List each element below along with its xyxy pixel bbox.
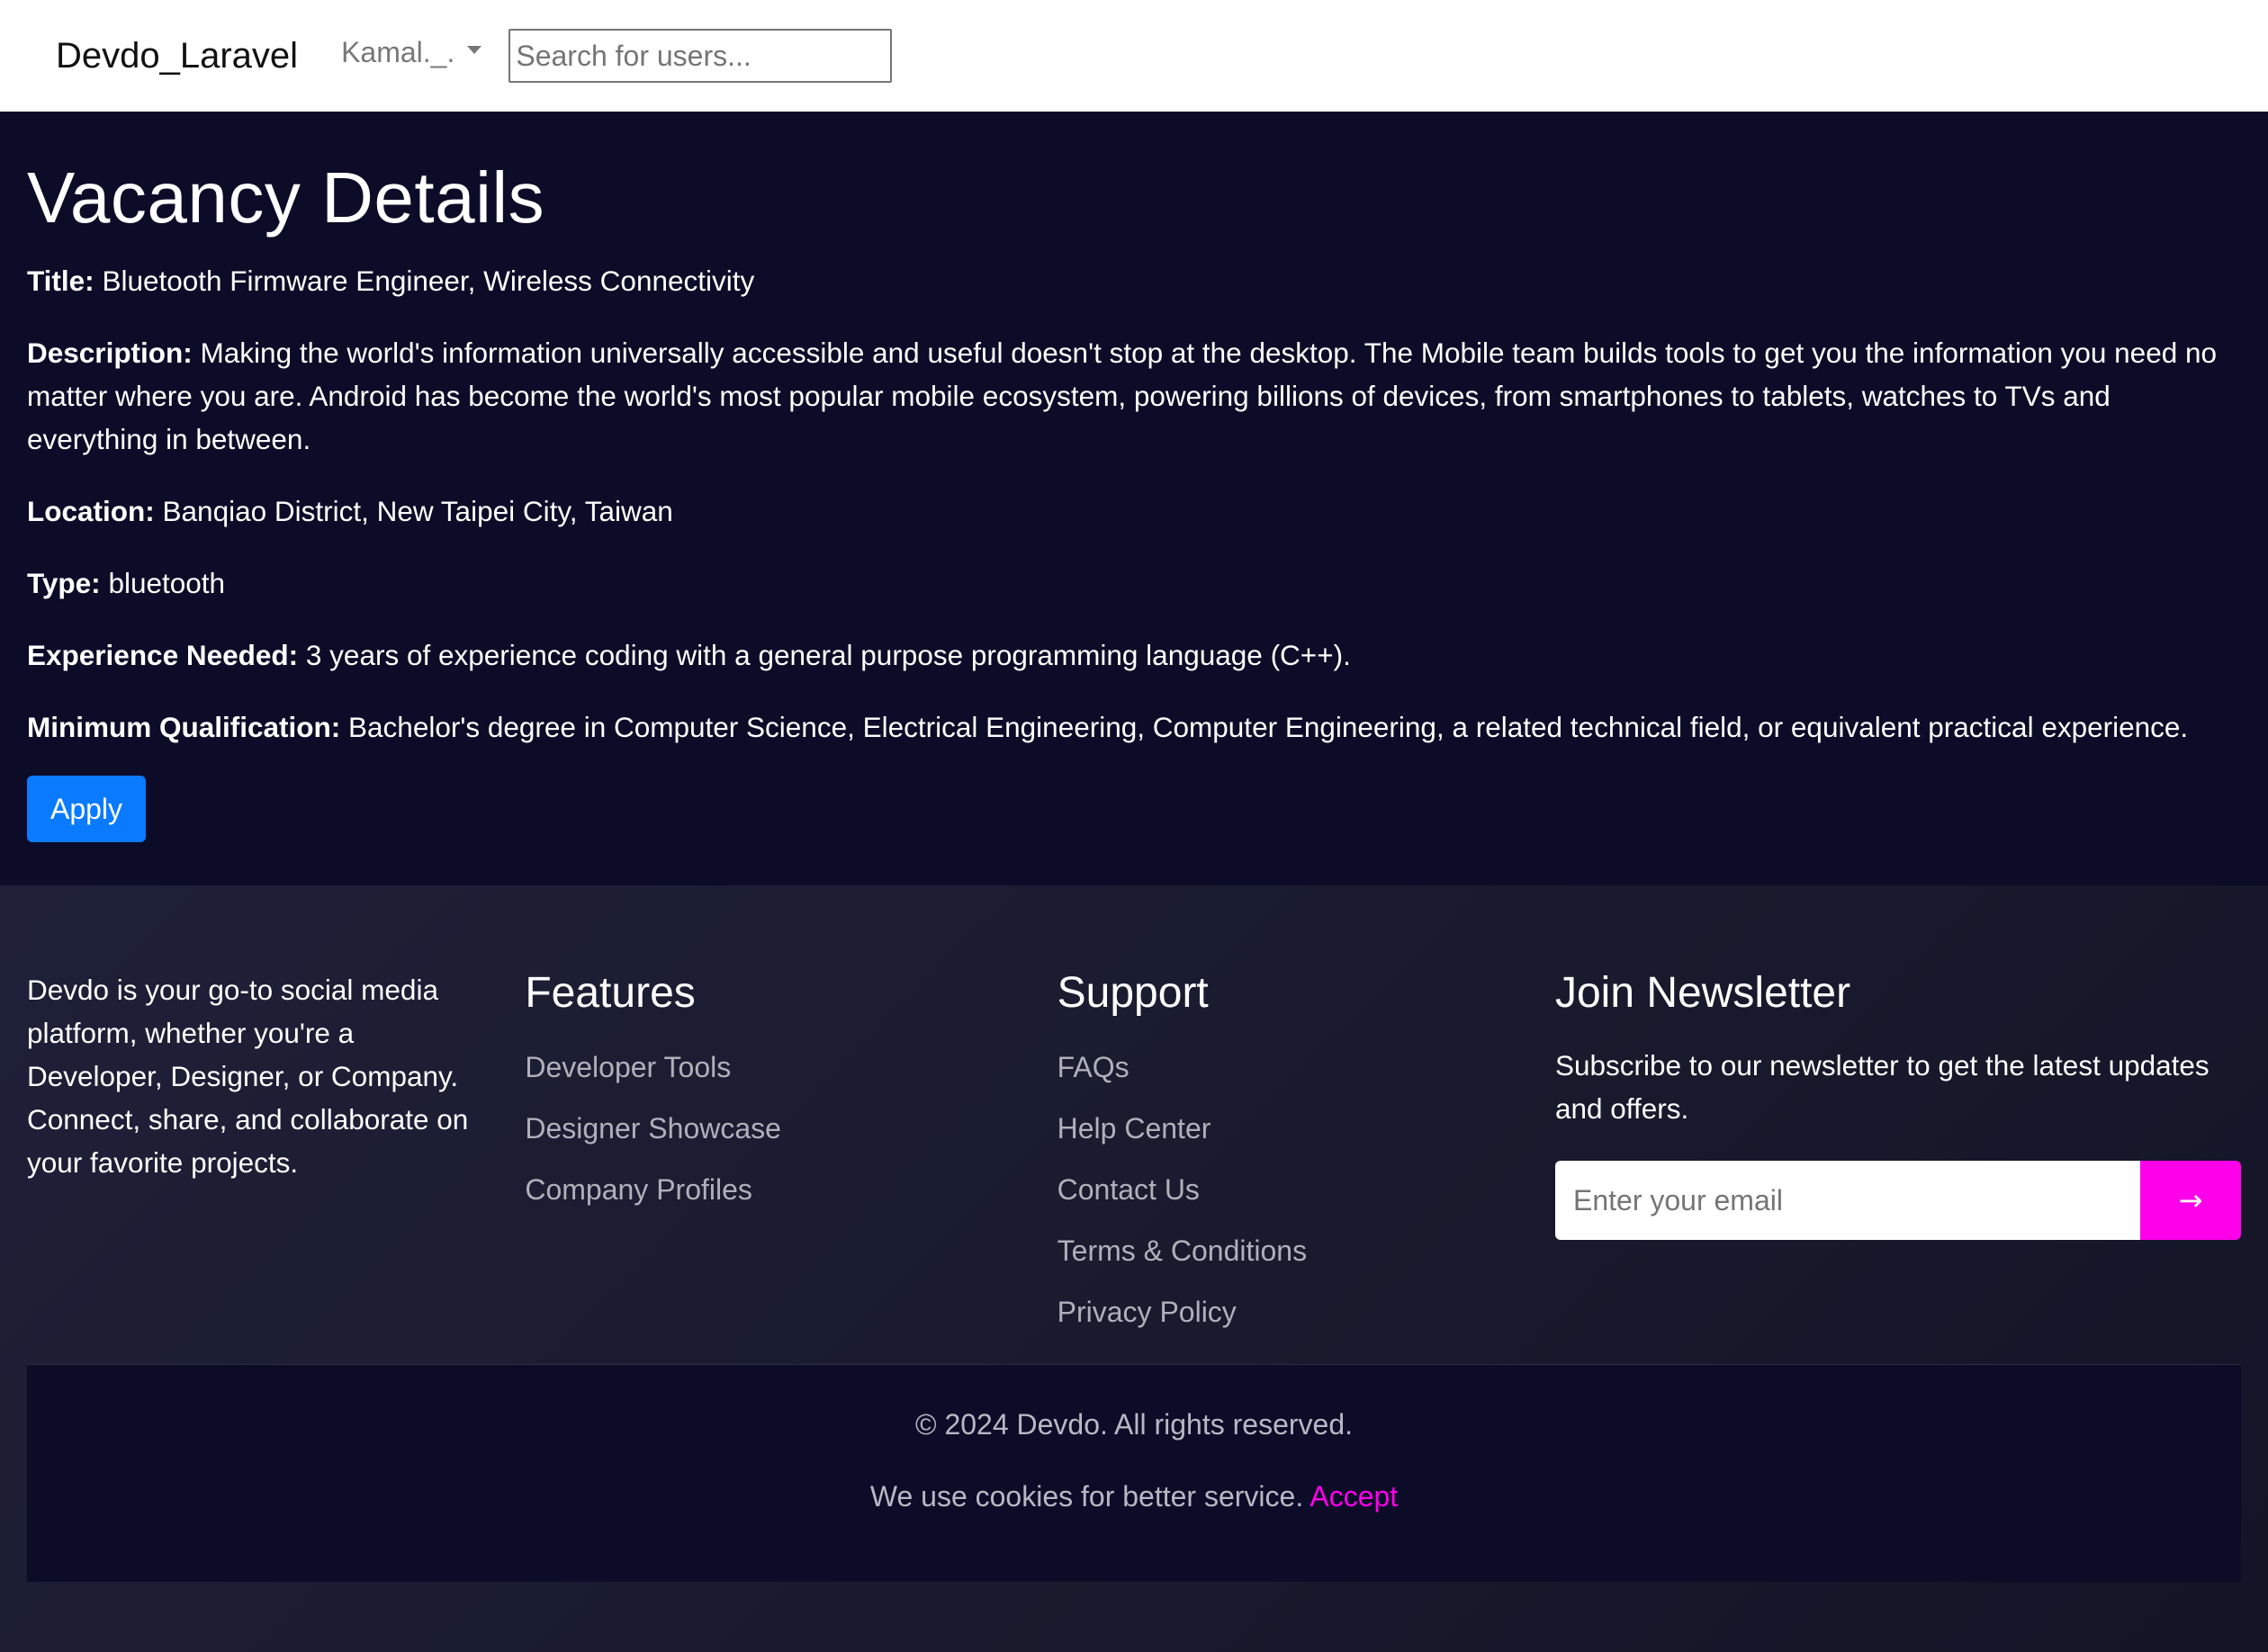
vacancy-title-value: Bluetooth Firmware Engineer, Wireless Co… <box>102 265 755 297</box>
vacancy-location-row: Location: Banqiao District, New Taipei C… <box>27 489 2241 533</box>
cookie-notice-text: We use cookies for better service. <box>869 1480 1304 1513</box>
footer-link-privacy-policy[interactable]: Privacy Policy <box>1058 1294 1555 1330</box>
copyright-text: © 2024 Devdo. All rights reserved. <box>914 1408 1354 1441</box>
user-menu-label: Kamal._. <box>341 35 455 68</box>
vacancy-qualification-row: Minimum Qualification: Bachelor's degree… <box>27 705 2241 749</box>
footer-support-column: Support FAQs Help Center Contact Us Term… <box>1058 961 1555 1364</box>
site-footer: Devdo is your go-to social media platfor… <box>0 885 2268 1652</box>
footer-features-column: Features Developer Tools Designer Showca… <box>525 961 1057 1364</box>
user-menu-dropdown[interactable]: Kamal._. <box>341 36 482 69</box>
vacancy-title-row: Title: Bluetooth Firmware Engineer, Wire… <box>27 259 2241 302</box>
footer-about-column: Devdo is your go-to social media platfor… <box>27 961 525 1364</box>
footer-link-faqs[interactable]: FAQs <box>1058 1049 1555 1085</box>
vacancy-details-section: Vacancy Details Title: Bluetooth Firmwar… <box>0 112 2268 885</box>
vacancy-type-label: Type: <box>27 567 101 599</box>
vacancy-experience-label: Experience Needed: <box>27 639 299 671</box>
cookie-accept-link[interactable]: Accept <box>1310 1480 1398 1513</box>
features-heading: Features <box>525 969 696 1017</box>
vacancy-title-label: Title: <box>27 265 94 297</box>
footer-columns: Devdo is your go-to social media platfor… <box>27 885 2241 1364</box>
user-search-input[interactable] <box>508 29 893 83</box>
newsletter-form: → <box>1554 1161 2241 1240</box>
vacancy-description-label: Description: <box>27 337 193 369</box>
vacancy-experience-value: 3 years of experience coding with a gene… <box>305 639 1351 671</box>
apply-button[interactable]: Apply <box>27 776 146 842</box>
footer-link-contact-us[interactable]: Contact Us <box>1058 1172 1555 1208</box>
footer-about-text: Devdo is your go-to social media platfor… <box>27 974 469 1179</box>
vacancy-qualification-label: Minimum Qualification: <box>27 711 341 743</box>
footer-link-help-center[interactable]: Help Center <box>1058 1110 1555 1146</box>
vacancy-experience-row: Experience Needed: 3 years of experience… <box>27 633 2241 677</box>
footer-link-company-profiles[interactable]: Company Profiles <box>525 1172 1057 1208</box>
newsletter-heading: Join Newsletter <box>1554 969 1851 1017</box>
footer-link-terms[interactable]: Terms & Conditions <box>1058 1233 1555 1269</box>
vacancy-qualification-value: Bachelor's degree in Computer Science, E… <box>348 711 2189 743</box>
brand-logo-link[interactable]: Devdo_Laravel <box>56 36 298 76</box>
caret-down-icon <box>467 45 482 54</box>
footer-bottom-bar: © 2024 Devdo. All rights reserved. We us… <box>27 1364 2241 1582</box>
support-heading: Support <box>1057 969 1209 1017</box>
page-title: Vacancy Details <box>27 157 545 238</box>
arrow-right-icon: → <box>2178 1183 2203 1217</box>
vacancy-location-value: Banqiao District, New Taipei City, Taiwa… <box>162 495 673 527</box>
vacancy-description-value: Making the world's information universal… <box>27 337 2218 455</box>
newsletter-description: Subscribe to our newsletter to get the l… <box>1554 1049 2210 1125</box>
footer-newsletter-column: Join Newsletter Subscribe to our newslet… <box>1554 961 2241 1364</box>
newsletter-email-input[interactable] <box>1554 1161 2140 1240</box>
vacancy-type-row: Type: bluetooth <box>27 561 2241 605</box>
footer-link-designer-showcase[interactable]: Designer Showcase <box>525 1110 1057 1146</box>
vacancy-description-row: Description: Making the world's informat… <box>27 331 2241 461</box>
cookie-notice: We use cookies for better service. Accep… <box>27 1478 2241 1514</box>
newsletter-submit-button[interactable]: → <box>2139 1161 2241 1240</box>
navbar: Devdo_Laravel Kamal._. <box>0 0 2268 112</box>
vacancy-type-value: bluetooth <box>108 567 226 599</box>
footer-link-developer-tools[interactable]: Developer Tools <box>525 1049 1057 1085</box>
vacancy-location-label: Location: <box>27 495 155 527</box>
